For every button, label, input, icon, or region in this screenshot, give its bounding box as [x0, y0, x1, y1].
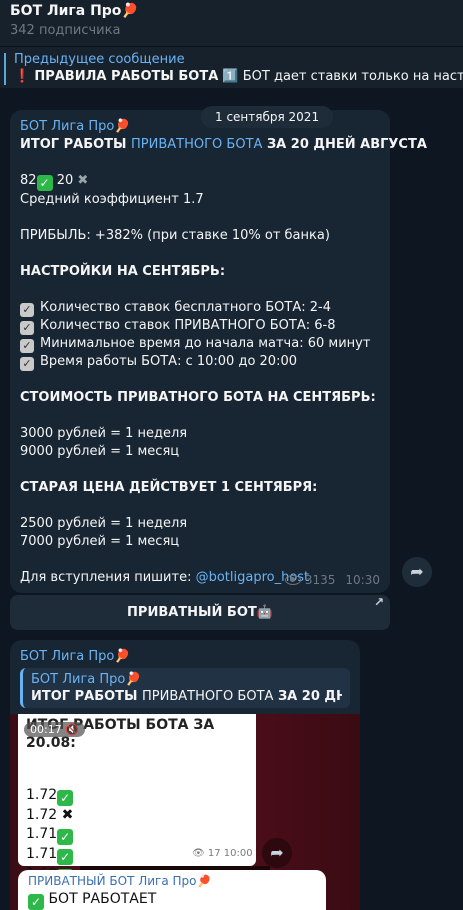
- date-separator: 1 сентября 2021: [201, 106, 334, 128]
- reply-preview[interactable]: БОТ Лига Про🏓 ИТОГ РАБОТЫ ПРИВАТНОГО БОТ…: [20, 668, 350, 708]
- check-icon: ✓: [28, 894, 44, 910]
- pinned-text-bold: ПРАВИЛА РАБОТЫ БОТА: [34, 69, 219, 84]
- share-arrow-icon[interactable]: ➦: [402, 557, 432, 587]
- views-count: 3135: [304, 573, 336, 587]
- video-time: 10:00: [223, 848, 253, 859]
- checkbox-icon: ✓: [20, 357, 34, 371]
- settings-item: ✓ Количество ставок бесплатного БОТА: 2-4: [20, 299, 380, 317]
- profit-line: ПРИБЫЛЬ: +382% (при ставке 10% от банка): [20, 228, 330, 243]
- message-author[interactable]: БОТ Лига Про🏓: [20, 648, 350, 666]
- message-bubble[interactable]: БОТ Лига Про🏓 ИТОГ РАБОТЫ ПРИВАТНОГО БОТ…: [10, 110, 427, 593]
- check-icon: ✓: [36, 175, 53, 191]
- message-headline: ИТОГ РАБОТЫ ПРИВАТНОГО БОТА ЗА 20 ДНЕЙ А…: [20, 136, 427, 154]
- old-price-title: СТАРАЯ ЦЕНА ДЕЙСТВУЕТ 1 СЕНТЯБРЯ:: [20, 479, 380, 497]
- muted-speaker-icon[interactable]: 🔇: [65, 723, 79, 736]
- coef-line: Средний коэффициент 1.7: [20, 192, 204, 207]
- subscriber-count: 342 подписчика: [10, 23, 121, 38]
- video-views: 17: [207, 848, 221, 859]
- headline-link: ПРИВАТНОГО БОТА: [131, 137, 263, 152]
- pinned-label: Предыдущее сообщение: [14, 52, 185, 67]
- settings-title: НАСТРОЙКИ НА СЕНТЯБРЬ:: [20, 263, 380, 281]
- check-icon: ✓: [57, 790, 74, 806]
- price-line: 3000 рублей = 1 неделя: [20, 426, 188, 441]
- old-price-line: 7000 рублей = 1 месяц: [20, 534, 180, 549]
- private-bot-button-label: ПРИВАТНЫЙ БОТ🤖: [127, 605, 273, 620]
- checkbox-icon: ✓: [20, 303, 34, 317]
- private-bot-button[interactable]: ПРИВАТНЫЙ БОТ🤖 ↗: [10, 595, 390, 630]
- price-title: СТОИМОСТЬ ПРИВАТНОГО БОТА НА СЕНТЯБРЬ:: [20, 389, 380, 407]
- video-meta: 👁 17 10:00: [192, 848, 253, 859]
- row-value: 1.71: [26, 826, 58, 842]
- price-title-text: СТОИМОСТЬ ПРИВАТНОГО БОТА НА СЕНТЯБРЬ:: [20, 390, 376, 405]
- external-link-icon: ↗: [373, 595, 384, 609]
- video-duration-text: 00:17: [30, 723, 62, 736]
- losses-count: 20: [56, 173, 74, 188]
- reply-author: БОТ Лига Про🏓: [31, 672, 142, 687]
- settings-item-text: Время работы БОТА: с 10:00 до 20:00: [40, 354, 297, 369]
- row-value: 1.72: [26, 807, 58, 823]
- cross-icon: ✖: [61, 807, 74, 823]
- overlay-author: ПРИВАТНЫЙ БОТ Лига Про🏓: [28, 874, 212, 888]
- settings-item: ✓ Количество ставок ПРИВАТНОГО БОТА: 6-8: [20, 317, 380, 335]
- checkbox-icon: ✓: [20, 321, 34, 335]
- reply-text-part: ПРИВАТНОГО БОТА: [142, 689, 274, 704]
- share-arrow-icon[interactable]: ➦: [262, 838, 292, 868]
- check-icon: ✓: [57, 849, 74, 865]
- video-row: 1.71 ✓: [26, 825, 248, 845]
- settings-item-text: Количество ставок бесплатного БОТА: 2-4: [40, 300, 331, 315]
- cross-icon: ✖: [77, 173, 89, 188]
- settings-item-text: Минимальное время до начала матча: 60 ми…: [40, 336, 371, 351]
- pinned-exclaim-icon: ❗: [14, 69, 31, 84]
- contact-prefix: Для вступления пишите:: [20, 570, 196, 585]
- score-line: 82 ✓ 20 ✖: [20, 172, 380, 191]
- wins-count: 82: [20, 173, 37, 188]
- pinned-message-bar[interactable]: Предыдущее сообщение ❗ ПРАВИЛА РАБОТЫ БО…: [0, 46, 463, 88]
- price-line: 9000 рублей = 1 месяц: [20, 444, 180, 459]
- pinned-text: ❗ ПРАВИЛА РАБОТЫ БОТА 1️⃣ БОТ дает ставк…: [8, 68, 463, 86]
- settings-item-text: Количество ставок ПРИВАТНОГО БОТА: 6-8: [40, 318, 336, 333]
- video-row: 1.72 ✓: [26, 786, 248, 806]
- overlay-text-content: БОТ РАБОТАЕТ: [48, 891, 157, 907]
- settings-item: ✓ Время работы БОТА: с 10:00 до 20:00: [20, 353, 380, 371]
- reply-text: ИТОГ РАБОТЫ ПРИВАТНОГО БОТА ЗА 20 ДНЕЙ .…: [31, 688, 342, 705]
- headline-part: ИТОГ РАБОТЫ: [20, 137, 132, 152]
- pinned-accent-bar: [4, 53, 6, 85]
- old-price-line: 2500 рублей = 1 неделя: [20, 516, 188, 531]
- video-duration: 00:17 🔇: [24, 722, 85, 737]
- headline-part: ЗА 20 ДНЕЙ АВГУСТА: [262, 137, 427, 152]
- row-value: 1.71: [26, 846, 58, 862]
- reply-text-part: ЗА 20 ДНЕЙ ...: [277, 689, 342, 704]
- video-row: 1.72 ✖: [26, 806, 248, 825]
- settings-item: ✓ Минимальное время до начала матча: 60 м…: [20, 335, 380, 353]
- reply-text-part: ИТОГ РАБОТЫ: [31, 689, 143, 704]
- pinned-text-rest: 1️⃣ БОТ дает ставки только на настольный: [222, 69, 463, 84]
- overlay-text: ✓ БОТ РАБОТАЕТ: [28, 889, 316, 910]
- views-eye-icon: [284, 575, 301, 585]
- check-icon: ✓: [57, 829, 74, 845]
- checkbox-icon: ✓: [20, 339, 34, 353]
- message-meta: 3135 10:30: [284, 573, 380, 587]
- row-value: 1.72: [26, 787, 58, 803]
- channel-title: БОТ Лига Про🏓: [10, 3, 139, 19]
- video-overlay-message: ПРИВАТНЫЙ БОТ Лига Про🏓 ✓ БОТ РАБОТАЕТ: [18, 870, 326, 910]
- old-price-title-text: СТАРАЯ ЦЕНА ДЕЙСТВУЕТ 1 СЕНТЯБРЯ:: [20, 480, 318, 495]
- channel-header[interactable]: БОТ Лига Про🏓 342 подписчика: [0, 0, 463, 46]
- settings-title-text: НАСТРОЙКИ НА СЕНТЯБРЬ:: [20, 264, 226, 279]
